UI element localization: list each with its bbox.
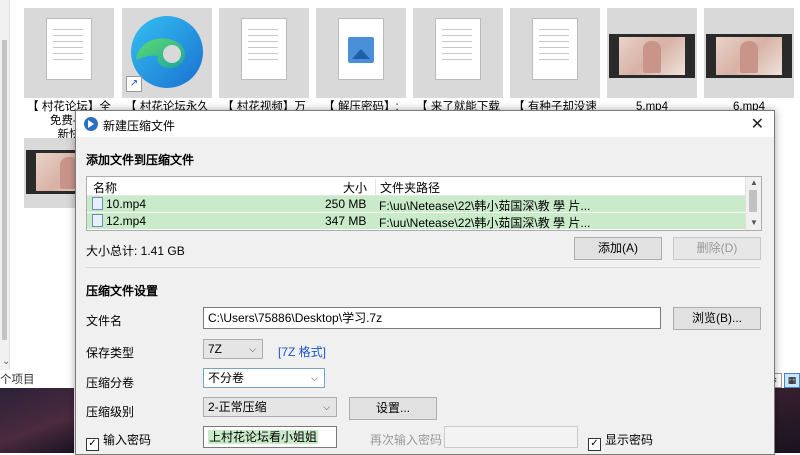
column-size-header[interactable]: 大小 [343,179,367,196]
explorer-scroll-thumb[interactable] [2,40,7,340]
split-volume-value: 不分卷 [208,371,245,385]
archive-settings-section-title: 压缩文件设置 [86,284,159,298]
filename-label: 文件名 [86,314,123,328]
image-document-icon [338,18,384,80]
file-tile-video-6[interactable]: 6.mp4 [704,8,794,114]
scroll-up-icon[interactable]: ▲ [750,178,758,187]
show-password-label: 显示密码 [605,433,654,447]
chevron-down-icon: ⌵ [323,402,330,412]
file-list-header: 名称 大小 文件夹路径 [87,177,761,196]
scroll-down-icon[interactable]: ▼ [750,218,758,227]
total-size-text: 大小总计: 1.41 GB [86,244,185,258]
section-divider [86,267,760,268]
file-icon [92,197,103,210]
column-path-header[interactable]: 文件夹路径 [375,179,440,196]
settings-button[interactable]: 设置... [349,397,437,420]
video-thumbnail [706,34,792,78]
file-row[interactable]: 10.mp4 250 MB F:\uu\Netease\22\韩小茹国深\教 學… [87,196,761,213]
file-path: F:\uu\Netease\22\韩小茹国深\教 學 片... [379,199,591,213]
enter-password-label: 输入密码 [103,433,152,447]
shortcut-arrow-icon: ↗ [126,76,142,92]
file-tile-image-doc[interactable]: 【 解压密码】: [316,8,406,114]
chevron-down-icon: ⌵ [249,344,256,354]
column-name-header[interactable]: 名称 [93,179,117,196]
enter-password-checkbox[interactable]: ✓ 输入密码 [86,431,151,451]
file-icon [92,214,103,227]
chevron-down-icon: ⌄ [2,356,11,367]
show-password-checkbox[interactable]: ✓ 显示密码 [588,431,653,451]
file-list[interactable]: 名称 大小 文件夹路径 10.mp4 250 MB F:\uu\Netease\… [86,176,762,231]
compression-level-value: 2-正常压缩 [208,400,267,414]
file-row[interactable]: 12.mp4 347 MB F:\uu\Netease\22\韩小茹国深\教 學… [87,213,761,230]
password-value: 上村花论坛看小姐姐 [208,430,319,444]
file-name: 12.mp4 [106,214,147,228]
dialog-title: 新建压缩文件 [103,119,176,133]
add-files-section-title: 添加文件到压缩文件 [86,153,195,167]
add-button[interactable]: 添加(A) [574,237,662,260]
save-type-select[interactable]: 7Z ⌵ [203,339,263,359]
text-document-icon [532,18,578,80]
file-tile-doc-4[interactable]: 【 有种子却没速 [510,8,600,114]
format-info-link[interactable]: [7Z 格式] [278,343,326,360]
split-volume-label: 压缩分卷 [86,376,135,390]
file-tile-doc-2[interactable]: 【 村花视频】万 [219,8,309,114]
file-list-scroll-thumb[interactable] [749,190,757,212]
chevron-down-icon: ⌵ [311,373,318,383]
file-tile-video-5[interactable]: 5.mp4 [607,8,697,114]
file-tile-shortcut-edge[interactable]: ↗ 【 村花论坛永久 [122,8,212,114]
file-size: 347 MB [325,214,367,228]
explorer-scrollbar[interactable] [0,0,10,370]
file-tile-doc-3[interactable]: 【 来了就能下载 [413,8,503,114]
desktop-wallpaper-left [0,388,74,453]
reenter-password-label: 再次输入密码 [370,433,443,447]
checkbox-checked-icon[interactable]: ✓ [86,438,99,451]
video-thumbnail [609,34,695,78]
archiver-app-icon [84,117,98,131]
compression-level-select[interactable]: 2-正常压缩 ⌵ [203,397,337,417]
password-input[interactable]: 上村花论坛看小姐姐 [203,426,337,448]
delete-button[interactable]: 删除(D) [673,237,761,260]
filename-input[interactable]: C:\Users\75886\Desktop\学习.7z [203,307,661,329]
tiles-view-icon[interactable]: ▦ [784,373,800,388]
close-icon[interactable]: ✕ [751,114,764,134]
desktop-wallpaper-right [773,388,800,453]
compression-level-label: 压缩级别 [86,405,135,419]
text-document-icon [241,18,287,80]
split-volume-select[interactable]: 不分卷 ⌵ [203,368,325,388]
text-document-icon [46,18,92,80]
file-path: F:\uu\Netease\22\韩小茹国深\教 學 片... [379,216,591,230]
file-list-scrollbar[interactable]: ▲ ▼ [745,177,761,230]
file-size: 250 MB [325,197,367,211]
save-type-value: 7Z [208,342,223,356]
browse-button[interactable]: 浏览(B)... [673,307,761,330]
save-type-label: 保存类型 [86,346,135,360]
checkbox-checked-icon[interactable]: ✓ [588,438,601,451]
dialog-titlebar[interactable]: 新建压缩文件 ✕ [76,111,774,137]
reenter-password-input[interactable] [444,426,578,448]
new-archive-dialog: 新建压缩文件 ✕ 添加文件到压缩文件 名称 大小 文件夹路径 10.mp4 25… [75,110,775,455]
file-name: 10.mp4 [106,197,147,211]
item-count-status: 个项目 [0,374,35,386]
text-document-icon [435,18,481,80]
